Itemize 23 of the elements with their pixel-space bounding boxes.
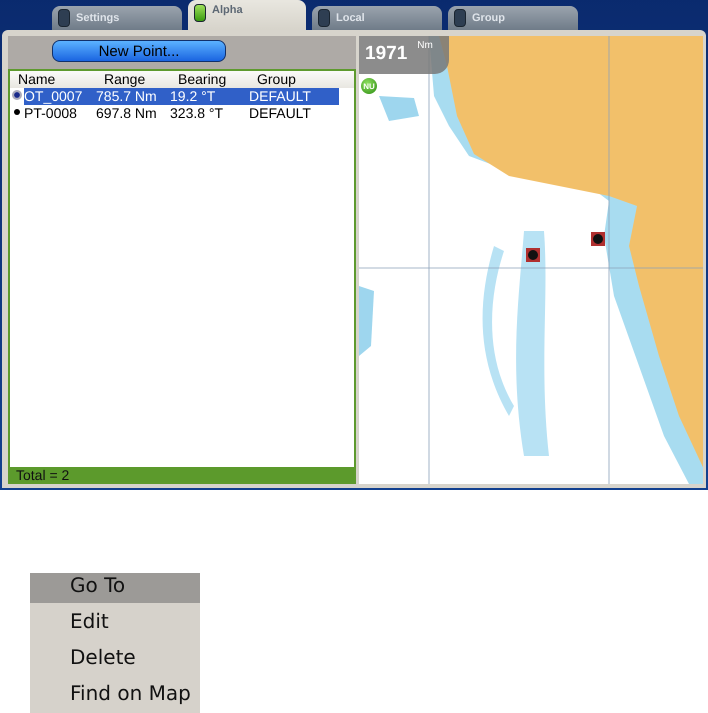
waypoint-dot-icon: [14, 109, 20, 115]
table-cell[interactable]: DEFAULT: [249, 105, 339, 122]
menu-item[interactable]: Edit: [30, 609, 200, 639]
menu-item[interactable]: Go To: [30, 573, 200, 603]
table-cell[interactable]: 323.8 °T: [170, 105, 249, 122]
menu-item[interactable]: Find on Map: [30, 681, 200, 711]
table-cell[interactable]: 19.2 °T: [170, 88, 249, 105]
scale-value: 1971: [365, 43, 408, 65]
scale-unit: Nm: [417, 40, 433, 51]
table-cell[interactable]: 697.8 Nm: [96, 105, 170, 122]
total-count: Total = 2: [10, 467, 354, 482]
table-cell[interactable]: DEFAULT: [249, 88, 339, 105]
table-cell[interactable]: PT-0008: [24, 105, 96, 122]
menu-item[interactable]: Delete: [30, 645, 200, 675]
table-cell[interactable]: OT_0007: [24, 88, 96, 105]
table-cell[interactable]: 785.7 Nm: [96, 88, 170, 105]
column-header: Bearing: [178, 71, 228, 88]
waypoint-dot-icon: [14, 92, 20, 98]
column-header: Name: [18, 71, 56, 88]
column-header: Group: [257, 71, 297, 88]
new-point-button[interactable]: New Point...: [52, 40, 226, 62]
column-header: Range: [104, 71, 146, 88]
tab[interactable]: Alpha: [188, 0, 306, 30]
